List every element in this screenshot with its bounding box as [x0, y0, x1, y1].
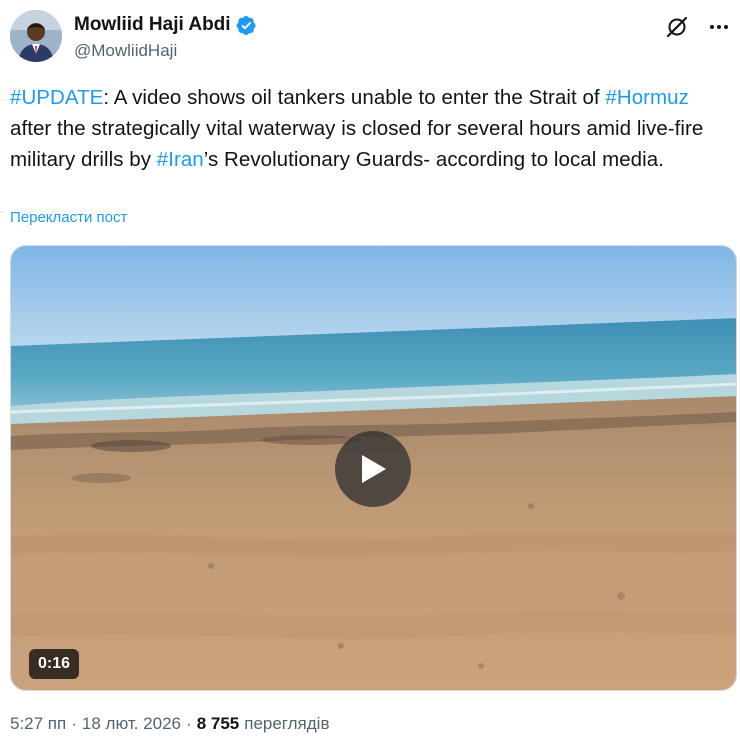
- video-player[interactable]: 0:16: [10, 245, 737, 691]
- grok-icon[interactable]: [664, 14, 690, 40]
- play-button[interactable]: [335, 431, 411, 507]
- play-icon: [362, 455, 386, 483]
- meta-separator: ·: [186, 714, 192, 733]
- views-label[interactable]: переглядів: [244, 714, 329, 734]
- author-display-name[interactable]: Mowliid Haji Abdi: [74, 14, 231, 36]
- tweet-text-segment: ’s Revolutionary Guards- according to lo…: [203, 148, 664, 171]
- video-duration: 0:16: [29, 649, 80, 679]
- meta-separator: ·: [71, 714, 77, 733]
- hashtag-update[interactable]: #UPDATE: [10, 86, 103, 109]
- translate-post-link[interactable]: Перекласти пост: [10, 209, 127, 226]
- more-horizontal-icon[interactable]: [706, 14, 732, 40]
- avatar[interactable]: [10, 10, 62, 62]
- tweet-time[interactable]: 5:27 пп: [10, 714, 66, 734]
- tweet-header: Mowliid Haji Abdi @MowliidHaji: [10, 10, 738, 64]
- tweet-date[interactable]: 18 лют. 2026: [82, 714, 181, 734]
- hashtag-iran[interactable]: #Iran: [157, 148, 204, 171]
- verified-badge-icon: [236, 15, 256, 35]
- views-count[interactable]: 8 755: [197, 714, 240, 734]
- hashtag-hormuz[interactable]: #Hormuz: [605, 86, 689, 109]
- tweet-meta: 5:27 пп · 18 лют. 2026 · 8 755 перегляді…: [10, 714, 329, 734]
- tweet-text: #UPDATE: A video shows oil tankers unabl…: [10, 82, 734, 175]
- person-portrait-icon: [10, 10, 62, 62]
- tweet-text-segment: : A video shows oil tankers unable to en…: [103, 86, 606, 109]
- author-handle[interactable]: @MowliidHaji: [74, 41, 257, 61]
